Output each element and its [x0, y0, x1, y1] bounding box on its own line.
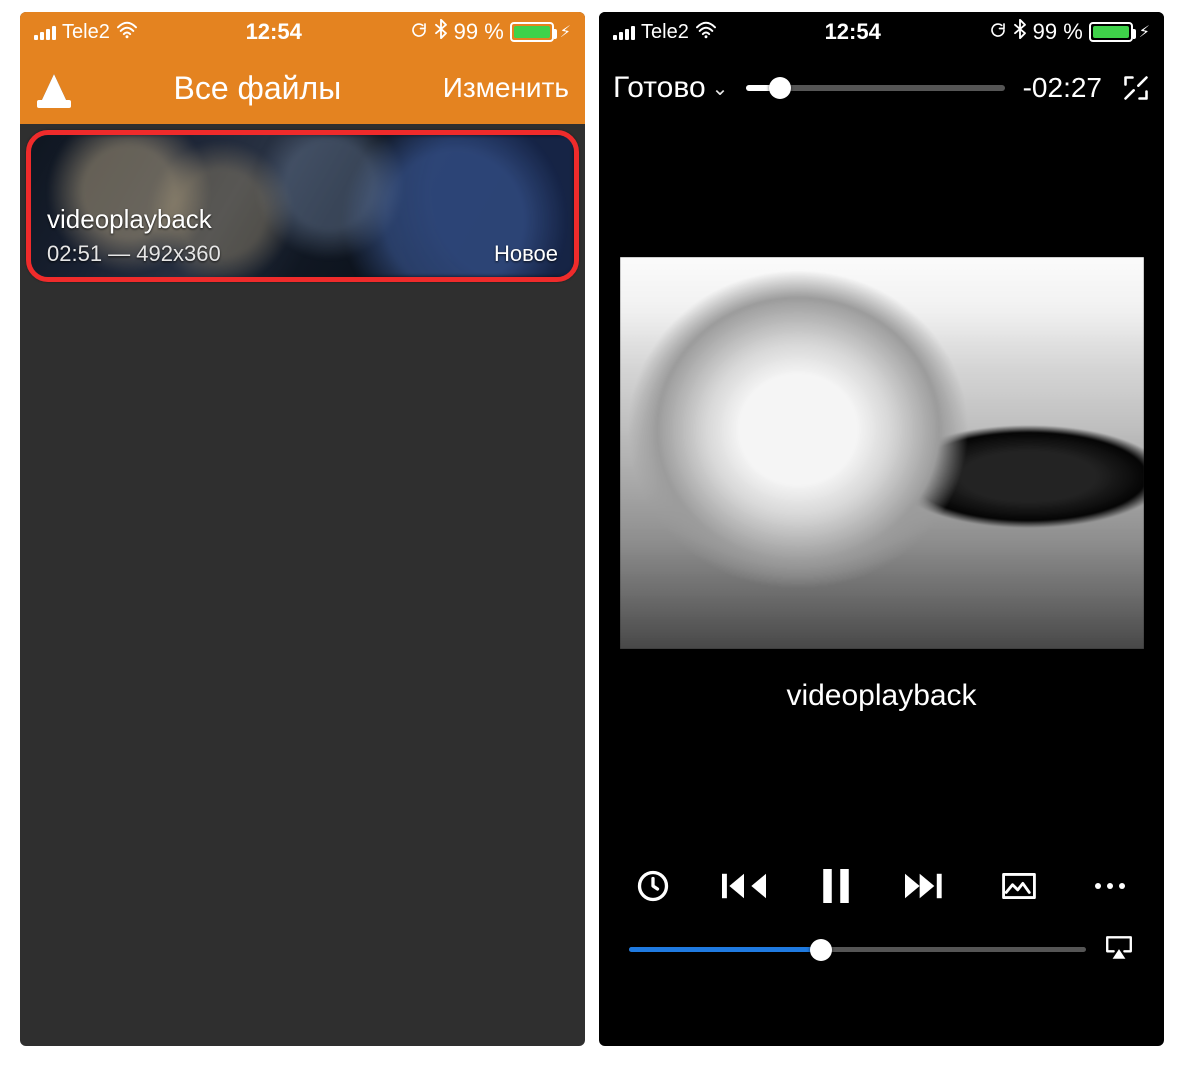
volume-fill — [629, 947, 821, 952]
aspect-ratio-button[interactable] — [995, 862, 1043, 910]
status-time: 12:54 — [717, 19, 989, 45]
video-list-item[interactable]: videoplayback 02:51 — 492x360 Новое — [31, 135, 574, 277]
carrier-name: Tele2 — [62, 21, 110, 44]
status-carrier: Tele2 — [34, 19, 138, 45]
status-bar: Tele2 12:54 99 % ⚡︎ — [20, 12, 585, 52]
battery-icon — [510, 22, 554, 42]
highlight-ring: videoplayback 02:51 — 492x360 Новое — [26, 130, 579, 282]
sync-icon — [989, 19, 1007, 45]
battery-percent: 99 % — [1033, 19, 1083, 45]
more-button[interactable] — [1086, 862, 1134, 910]
wifi-icon — [695, 19, 717, 45]
now-playing-title: videoplayback — [786, 679, 976, 713]
edit-button[interactable]: Изменить — [443, 72, 569, 104]
done-label: Готово — [613, 71, 706, 105]
next-button[interactable] — [903, 862, 951, 910]
chevron-down-icon: ⌄ — [712, 76, 729, 101]
player-controls — [599, 846, 1164, 1046]
signal-icon — [613, 24, 635, 40]
status-carrier: Tele2 — [613, 19, 717, 45]
battery-icon — [1089, 22, 1133, 42]
seek-thumb[interactable] — [769, 77, 791, 99]
video-frame — [620, 257, 1144, 649]
status-right-icons: 99 % ⚡︎ — [989, 19, 1150, 45]
airplay-icon[interactable] — [1104, 934, 1134, 965]
new-badge: Новое — [494, 241, 558, 267]
player-top-bar: Готово ⌄ -02:27 — [599, 52, 1164, 124]
status-time: 12:54 — [138, 19, 410, 45]
pause-button[interactable] — [812, 862, 860, 910]
playback-speed-button[interactable] — [629, 862, 677, 910]
transport-row — [623, 858, 1140, 934]
vlc-player-screen: Tele2 12:54 99 % ⚡︎ Готово — [599, 12, 1164, 1046]
charging-icon: ⚡︎ — [560, 22, 571, 42]
seek-slider[interactable] — [746, 85, 1004, 91]
done-button[interactable]: Готово ⌄ — [613, 71, 728, 105]
video-meta: 02:51 — 492x360 — [47, 241, 221, 267]
signal-icon — [34, 24, 56, 40]
video-list: videoplayback 02:51 — 492x360 Новое — [20, 124, 585, 288]
vlc-cone-icon[interactable] — [36, 66, 72, 110]
time-remaining: -02:27 — [1023, 72, 1102, 104]
bluetooth-icon — [1013, 19, 1027, 45]
volume-slider[interactable] — [629, 947, 1086, 952]
charging-icon: ⚡︎ — [1139, 22, 1150, 42]
library-title: Все файлы — [72, 70, 443, 107]
fullscreen-icon[interactable] — [1122, 74, 1150, 102]
wifi-icon — [116, 19, 138, 45]
video-filename: videoplayback — [47, 204, 558, 235]
battery-percent: 99 % — [454, 19, 504, 45]
status-bar: Tele2 12:54 99 % ⚡︎ — [599, 12, 1164, 52]
bluetooth-icon — [434, 19, 448, 45]
vlc-library-screen: Tele2 12:54 99 % ⚡︎ Все файлы И — [20, 12, 585, 1046]
video-still-image — [620, 257, 1144, 649]
volume-row — [623, 934, 1140, 965]
previous-button[interactable] — [720, 862, 768, 910]
library-header: Все файлы Изменить — [20, 52, 585, 124]
status-right-icons: 99 % ⚡︎ — [410, 19, 571, 45]
sync-icon — [410, 19, 428, 45]
player-canvas[interactable]: videoplayback — [599, 124, 1164, 846]
carrier-name: Tele2 — [641, 21, 689, 44]
volume-thumb[interactable] — [810, 939, 832, 961]
